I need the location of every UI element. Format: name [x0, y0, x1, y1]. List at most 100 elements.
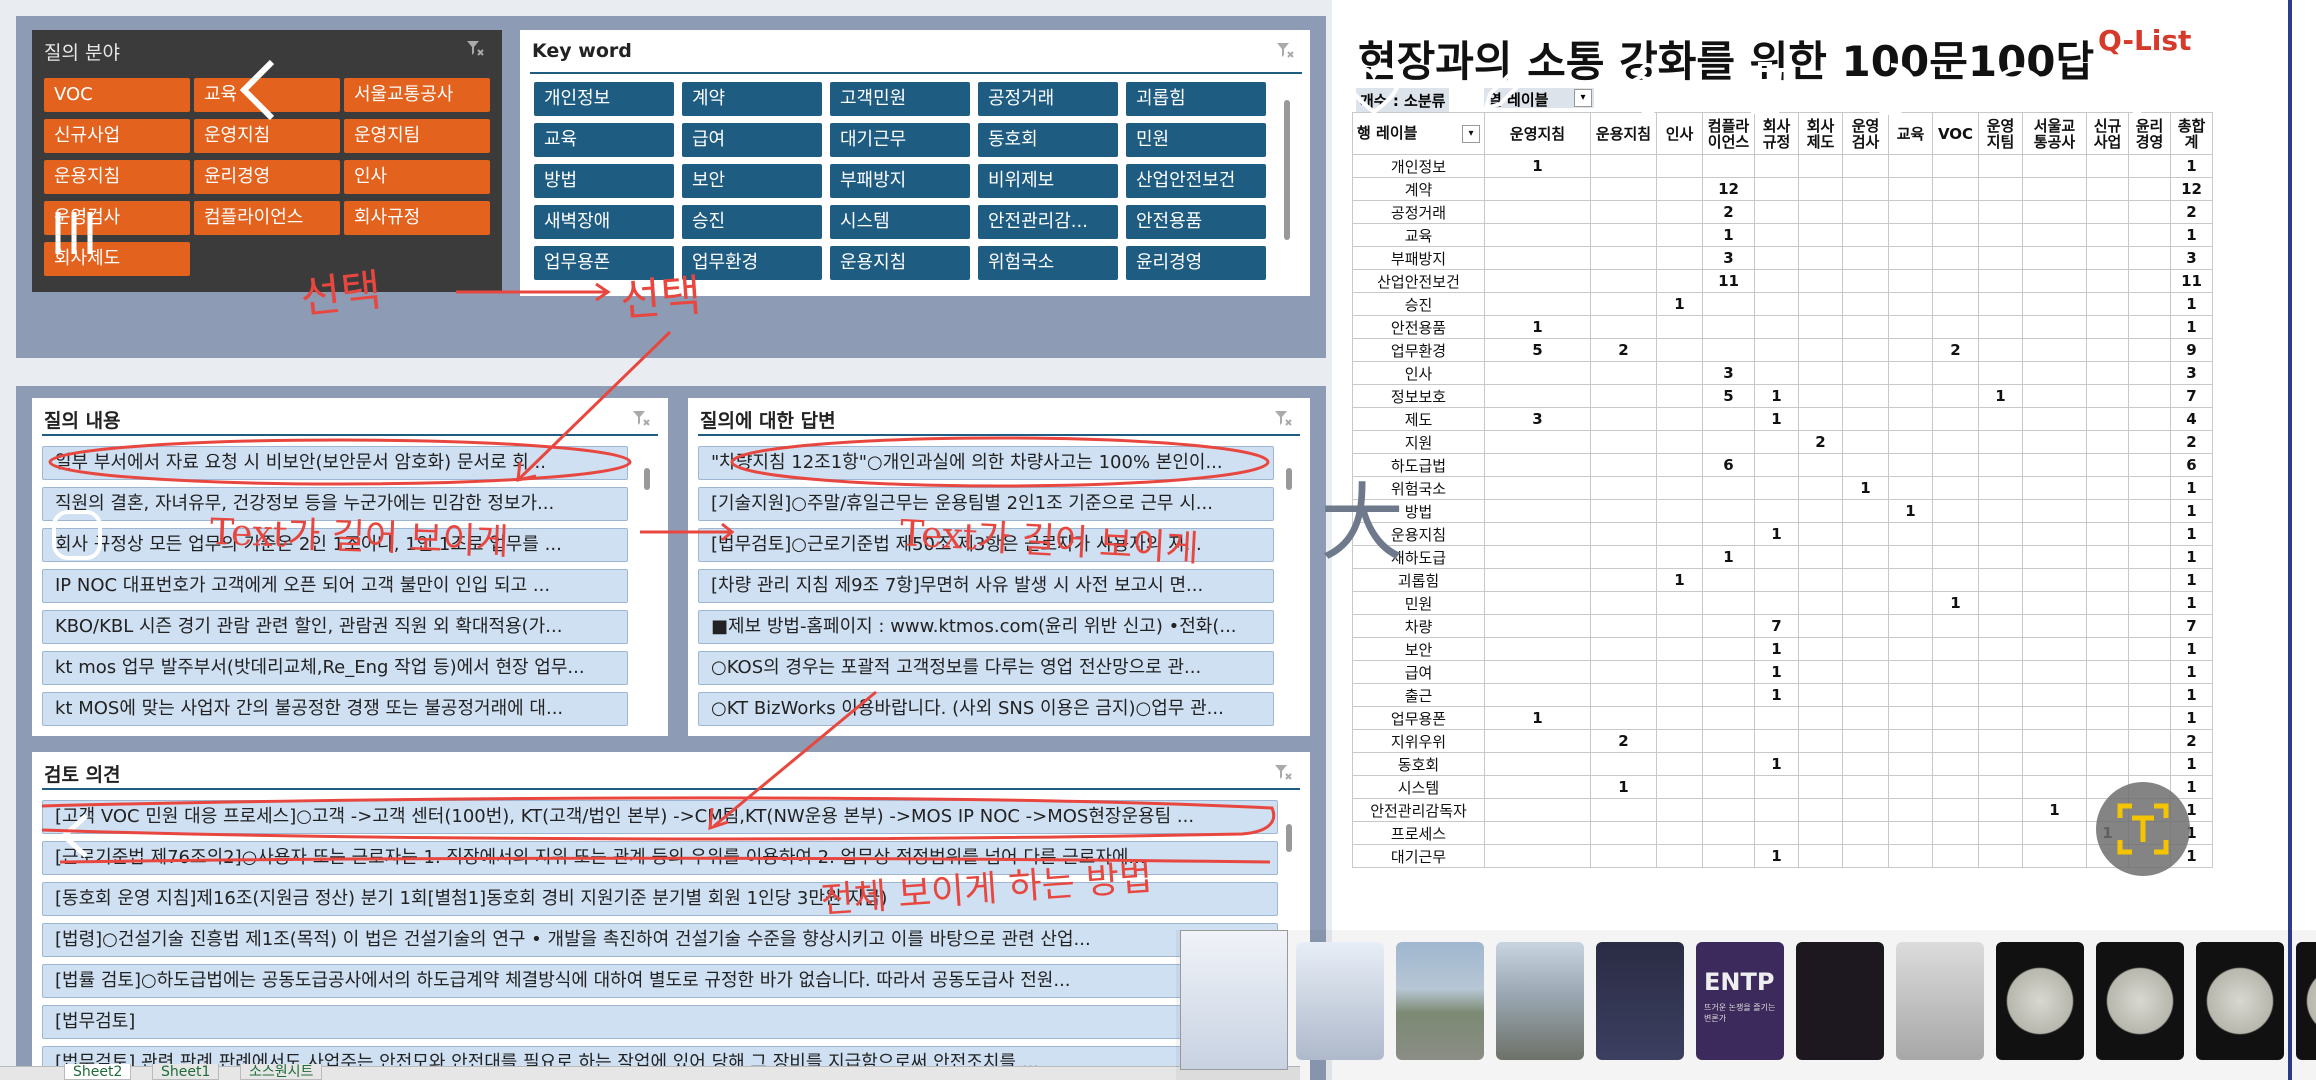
keyword-button[interactable]: 시스템: [830, 205, 970, 239]
sheet-tab[interactable]: Sheet2: [64, 1064, 132, 1080]
answer-scrollbar[interactable]: [1286, 468, 1292, 490]
keyword-button[interactable]: 대기근무: [830, 123, 970, 157]
thumbnail-moon[interactable]: [2296, 942, 2316, 1060]
keyword-button[interactable]: 안전관리감...: [978, 205, 1118, 239]
field-button[interactable]: 신규사업: [44, 119, 190, 153]
keyword-scrollbar[interactable]: [1284, 100, 1290, 240]
heart-icon[interactable]: [1346, 66, 1402, 116]
keyword-button[interactable]: 방법: [534, 164, 674, 198]
keyword-button[interactable]: 민원: [1126, 123, 1266, 157]
question-item[interactable]: IP NOC 대표번호가 고객에게 오픈 되어 고객 불만이 인입 되고 ...: [42, 569, 628, 603]
keyword-button[interactable]: 업무환경: [682, 246, 822, 280]
pivot-cell: [1484, 522, 1591, 546]
keyword-button[interactable]: 급여: [682, 123, 822, 157]
pivot-cell: [1932, 476, 1979, 500]
recent-apps-icon[interactable]: [52, 208, 96, 258]
edit-icon[interactable]: [1478, 62, 1532, 116]
pivot-cell: 1: [1656, 568, 1703, 592]
field-button[interactable]: 윤리경영: [194, 160, 340, 194]
field-button[interactable]: 컴플라이언스: [194, 201, 340, 235]
keyword-button[interactable]: 개인정보: [534, 82, 674, 116]
answer-item[interactable]: ■제보 방법-홈페이지 : www.ktmos.com(윤리 위반 신고) •전…: [698, 610, 1274, 644]
share-icon[interactable]: [1606, 62, 1660, 116]
keyword-button[interactable]: 새벽장애: [534, 205, 674, 239]
keyword-button[interactable]: 위험국소: [978, 246, 1118, 280]
keyword-button[interactable]: 산업안전보건: [1126, 164, 1266, 198]
thumbnail-dark[interactable]: [1796, 942, 1884, 1060]
answer-item[interactable]: [차량 관리 지침 제9조 7항]무면허 사유 발생 시 사전 보고시 면...: [698, 569, 1274, 603]
question-item[interactable]: 일부 부서에서 자료 요청 시 비보안(보안문서 암호화) 문서로 회...: [42, 446, 628, 480]
keyword-button[interactable]: 고객민원: [830, 82, 970, 116]
keyword-button[interactable]: 교육: [534, 123, 674, 157]
thumbnail-moon[interactable]: [2196, 942, 2284, 1060]
clear-filter-icon[interactable]: [466, 40, 484, 56]
question-item[interactable]: KBO/KBL 시즌 경기 관람 관련 할인, 관람권 직원 외 확대적용(가.…: [42, 610, 628, 644]
pivot-cell: [1702, 499, 1755, 523]
field-button[interactable]: 운영지침: [194, 119, 340, 153]
question-scrollbar[interactable]: [644, 468, 650, 490]
keyword-button[interactable]: 승진: [682, 205, 822, 239]
keyword-button[interactable]: 공정거래: [978, 82, 1118, 116]
field-button[interactable]: 서울교통공사: [344, 78, 490, 112]
keyword-button[interactable]: 안전용품: [1126, 205, 1266, 239]
more-options-icon[interactable]: [2130, 62, 2144, 116]
field-button[interactable]: VOC: [44, 78, 190, 112]
field-button[interactable]: 운용지침: [44, 160, 190, 194]
nav-back-icon[interactable]: [58, 812, 92, 860]
thumbnail-document[interactable]: [1180, 930, 1288, 1070]
thumbnail-paper[interactable]: [1896, 942, 1984, 1060]
keyword-button[interactable]: 동호회: [978, 123, 1118, 157]
keyword-button[interactable]: 운용지침: [830, 246, 970, 280]
home-icon[interactable]: [50, 508, 104, 562]
question-item[interactable]: kt MOS에 맞는 사업자 간의 불공정한 경쟁 또는 불공정거래에 대...: [42, 692, 628, 726]
keyword-button[interactable]: 부패방지: [830, 164, 970, 198]
thumbnail-moon[interactable]: [1996, 942, 2084, 1060]
text-scan-button[interactable]: [2096, 782, 2190, 876]
answer-item[interactable]: ○KOS의 경우는 포괄적 고객정보를 다루는 영업 전산망으로 관...: [698, 651, 1274, 685]
review-item[interactable]: [법령]○건설기술 진흥법 제1조(목적) 이 법은 건설기술의 연구 • 개발…: [42, 923, 1278, 957]
pivot-cell: 1: [2170, 591, 2213, 615]
pivot-cell: [1978, 729, 2023, 753]
keyword-button[interactable]: 비위제보: [978, 164, 1118, 198]
view-icon[interactable]: [1986, 66, 2050, 112]
review-scrollbar[interactable]: [1286, 824, 1292, 852]
sheet-tab[interactable]: 소스원시트: [240, 1064, 323, 1080]
pivot-cell: 1: [2170, 637, 2213, 661]
review-item[interactable]: [법률 검토]○하도급법에는 공동도급공사에서의 하도급계약 체결방식에 대하여…: [42, 964, 1278, 998]
slideshow-icon[interactable]: [1862, 60, 1920, 118]
thumbnail-chart[interactable]: [1596, 942, 1684, 1060]
field-button[interactable]: 회사규정: [344, 201, 490, 235]
thumbnail-city[interactable]: [1396, 942, 1484, 1060]
answer-item[interactable]: ○KT BizWorks 이용바랍니다. (사외 SNS 이용은 금지)○업무 …: [698, 692, 1274, 726]
keyword-button[interactable]: 보안: [682, 164, 822, 198]
dropdown-icon[interactable]: ▾: [1462, 124, 1480, 143]
review-item[interactable]: [법무검토]: [42, 1005, 1278, 1039]
clear-filter-icon[interactable]: [632, 410, 650, 426]
clear-filter-icon[interactable]: [1274, 410, 1292, 426]
pivot-cell: [1590, 223, 1657, 247]
keyword-button[interactable]: 계약: [682, 82, 822, 116]
pivot-cell: [2128, 706, 2171, 730]
keyword-button[interactable]: 괴롭힘: [1126, 82, 1266, 116]
field-button[interactable]: 운영지팀: [344, 119, 490, 153]
pivot-cell: [2128, 591, 2171, 615]
clear-filter-icon[interactable]: [1274, 764, 1292, 780]
question-item[interactable]: kt mos 업무 발주부서(밧데리교체,Re_Eng 작업 등)에서 현장 업…: [42, 651, 628, 685]
thumbnail-doc[interactable]: [1296, 942, 1384, 1060]
clear-filter-icon[interactable]: [1276, 42, 1294, 58]
sheet-tab[interactable]: Sheet1: [152, 1064, 220, 1080]
pivot-cell: [2128, 361, 2171, 385]
dropdown-icon[interactable]: ▾: [1574, 89, 1592, 107]
review-item[interactable]: [고객 VOC 민원 대응 프로세스]○고객 ->고객 센터(100번), KT…: [42, 800, 1278, 834]
pivot-cell: [1656, 246, 1703, 270]
thumbnail-moon[interactable]: [2096, 942, 2184, 1060]
answer-item[interactable]: "차량지침 12조1항"○개인과실에 의한 차량사고는 100% 본인이...: [698, 446, 1274, 480]
pivot-cell: [1978, 361, 2023, 385]
keyword-button[interactable]: 윤리경영: [1126, 246, 1266, 280]
thumbnail-street[interactable]: [1496, 942, 1584, 1060]
field-button[interactable]: 인사: [344, 160, 490, 194]
back-arrow-icon[interactable]: [238, 58, 278, 122]
thumbnail-ENTP[interactable]: ENTP 뜨거운 논쟁을 즐기는 변론가: [1696, 942, 1784, 1060]
delete-icon[interactable]: [1740, 60, 1790, 116]
pivot-cell: [1932, 844, 1979, 868]
